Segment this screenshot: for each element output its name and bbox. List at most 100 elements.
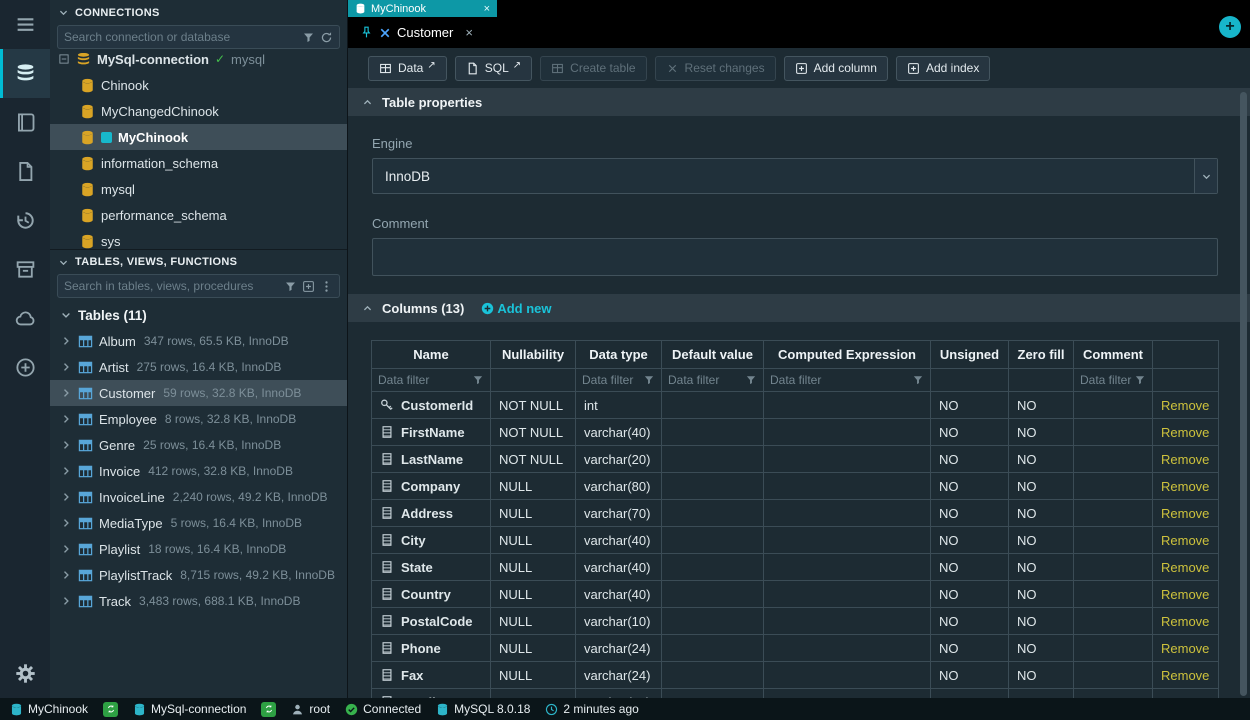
remove-link[interactable]: Remove: [1161, 587, 1209, 602]
connection-item[interactable]: MySql-connection ✓ mysql: [50, 53, 347, 72]
remove-link[interactable]: Remove: [1161, 506, 1209, 521]
remove-link[interactable]: Remove: [1161, 614, 1209, 629]
chevron-right-icon[interactable]: [60, 387, 72, 399]
column-default[interactable]: [662, 635, 764, 662]
column-unsigned[interactable]: NO: [931, 581, 1009, 608]
data-button[interactable]: Data ↗: [368, 56, 447, 81]
column-zerofill[interactable]: NO: [1009, 662, 1074, 689]
column-computed[interactable]: [764, 500, 931, 527]
column-datatype[interactable]: varchar(40): [576, 419, 662, 446]
column-computed[interactable]: [764, 689, 931, 699]
column-datatype[interactable]: varchar(10): [576, 608, 662, 635]
column-nullability[interactable]: NULL: [491, 527, 576, 554]
chevron-right-icon[interactable]: [60, 543, 72, 555]
database-item[interactable]: sys: [50, 228, 347, 249]
database-item[interactable]: MyChangedChinook: [50, 98, 347, 124]
tab-mychinook[interactable]: MyChinook ×: [348, 0, 497, 17]
chevron-up-icon[interactable]: [362, 97, 373, 108]
chevron-right-icon[interactable]: [60, 491, 72, 503]
column-unsigned[interactable]: NO: [931, 419, 1009, 446]
column-comment[interactable]: [1074, 662, 1153, 689]
history-icon[interactable]: [0, 196, 50, 245]
table-item[interactable]: MediaType 5 rows, 16.4 KB, InnoDB: [50, 510, 347, 536]
refresh-icon[interactable]: [320, 31, 333, 44]
column-row[interactable]: LastName NOT NULL varchar(20) NO NO Remo…: [372, 446, 1219, 473]
column-unsigned[interactable]: NO: [931, 446, 1009, 473]
table-item[interactable]: Genre 25 rows, 16.4 KB, InnoDB: [50, 432, 347, 458]
table-item[interactable]: Invoice 412 rows, 32.8 KB, InnoDB: [50, 458, 347, 484]
files-icon[interactable]: [0, 147, 50, 196]
column-datatype[interactable]: varchar(60): [576, 689, 662, 699]
name-filter-input[interactable]: Data filter: [378, 373, 484, 387]
table-item[interactable]: Playlist 18 rows, 16.4 KB, InnoDB: [50, 536, 347, 562]
column-default[interactable]: [662, 392, 764, 419]
column-row[interactable]: Address NULL varchar(70) NO NO Remove: [372, 500, 1219, 527]
column-unsigned[interactable]: NO: [931, 527, 1009, 554]
chevron-right-icon[interactable]: [60, 517, 72, 529]
column-computed[interactable]: [764, 392, 931, 419]
add-connection-icon[interactable]: [0, 343, 50, 392]
column-unsigned[interactable]: NO: [931, 473, 1009, 500]
column-zerofill[interactable]: NO: [1009, 392, 1074, 419]
column-zerofill[interactable]: NO: [1009, 635, 1074, 662]
column-nullability[interactable]: NULL: [491, 500, 576, 527]
table-item[interactable]: PlaylistTrack 8,715 rows, 49.2 KB, InnoD…: [50, 562, 347, 588]
tables-search-input[interactable]: [64, 279, 279, 293]
new-tab-button[interactable]: +: [1219, 16, 1241, 38]
column-computed[interactable]: [764, 446, 931, 473]
column-unsigned[interactable]: NO: [931, 689, 1009, 699]
column-nullability[interactable]: NULL: [491, 473, 576, 500]
column-default[interactable]: [662, 527, 764, 554]
column-unsigned[interactable]: NO: [931, 608, 1009, 635]
column-datatype[interactable]: int: [576, 392, 662, 419]
column-row[interactable]: Company NULL varchar(80) NO NO Remove: [372, 473, 1219, 500]
databases-nav-icon[interactable]: [0, 49, 50, 98]
remove-link[interactable]: Remove: [1161, 452, 1209, 467]
datatype-filter-input[interactable]: Data filter: [582, 373, 655, 387]
comment-input[interactable]: [372, 238, 1218, 276]
table-item[interactable]: Customer 59 rows, 32.8 KB, InnoDB: [50, 380, 347, 406]
favorites-icon[interactable]: [0, 98, 50, 147]
collapse-box-icon[interactable]: [58, 53, 70, 65]
connections-header[interactable]: CONNECTIONS: [50, 0, 347, 25]
database-item[interactable]: mysql: [50, 176, 347, 202]
close-icon[interactable]: ×: [465, 25, 473, 40]
comment-filter-input[interactable]: Data filter: [1080, 373, 1146, 387]
engine-select[interactable]: InnoDB: [372, 158, 1218, 194]
add-column-button[interactable]: Add column: [784, 56, 888, 81]
status-connection[interactable]: MySql-connection: [133, 702, 246, 716]
column-unsigned[interactable]: NO: [931, 662, 1009, 689]
column-computed[interactable]: [764, 419, 931, 446]
column-row[interactable]: Country NULL varchar(40) NO NO Remove: [372, 581, 1219, 608]
chevron-right-icon[interactable]: [60, 361, 72, 373]
filter-funnel-icon[interactable]: [284, 280, 297, 293]
filter-funnel-icon[interactable]: [643, 374, 655, 386]
column-zerofill[interactable]: NO: [1009, 500, 1074, 527]
column-computed[interactable]: [764, 554, 931, 581]
column-computed[interactable]: [764, 473, 931, 500]
column-default[interactable]: [662, 500, 764, 527]
column-default[interactable]: [662, 689, 764, 699]
column-zerofill[interactable]: NO: [1009, 689, 1074, 699]
column-datatype[interactable]: varchar(24): [576, 662, 662, 689]
column-zerofill[interactable]: NO: [1009, 554, 1074, 581]
column-nullability[interactable]: NULL: [491, 554, 576, 581]
add-new-column-link[interactable]: Add new: [481, 301, 551, 316]
status-last-refresh[interactable]: 2 minutes ago: [545, 702, 638, 716]
dropdown-caret[interactable]: [1194, 159, 1217, 193]
cloud-icon[interactable]: [0, 294, 50, 343]
column-row[interactable]: State NULL varchar(40) NO NO Remove: [372, 554, 1219, 581]
column-comment[interactable]: [1074, 689, 1153, 699]
table-item[interactable]: Employee 8 rows, 32.8 KB, InnoDB: [50, 406, 347, 432]
chevron-right-icon[interactable]: [60, 413, 72, 425]
column-unsigned[interactable]: NO: [931, 635, 1009, 662]
table-item[interactable]: Artist 275 rows, 16.4 KB, InnoDB: [50, 354, 347, 380]
tab-customer[interactable]: Customer ×: [348, 17, 485, 48]
add-index-button[interactable]: Add index: [896, 56, 990, 81]
remove-link[interactable]: Remove: [1161, 668, 1209, 683]
database-sync-icon[interactable]: [103, 702, 118, 717]
table-properties-section[interactable]: Table properties: [348, 88, 1250, 116]
column-computed[interactable]: [764, 527, 931, 554]
column-default[interactable]: [662, 608, 764, 635]
database-item[interactable]: Chinook: [50, 72, 347, 98]
